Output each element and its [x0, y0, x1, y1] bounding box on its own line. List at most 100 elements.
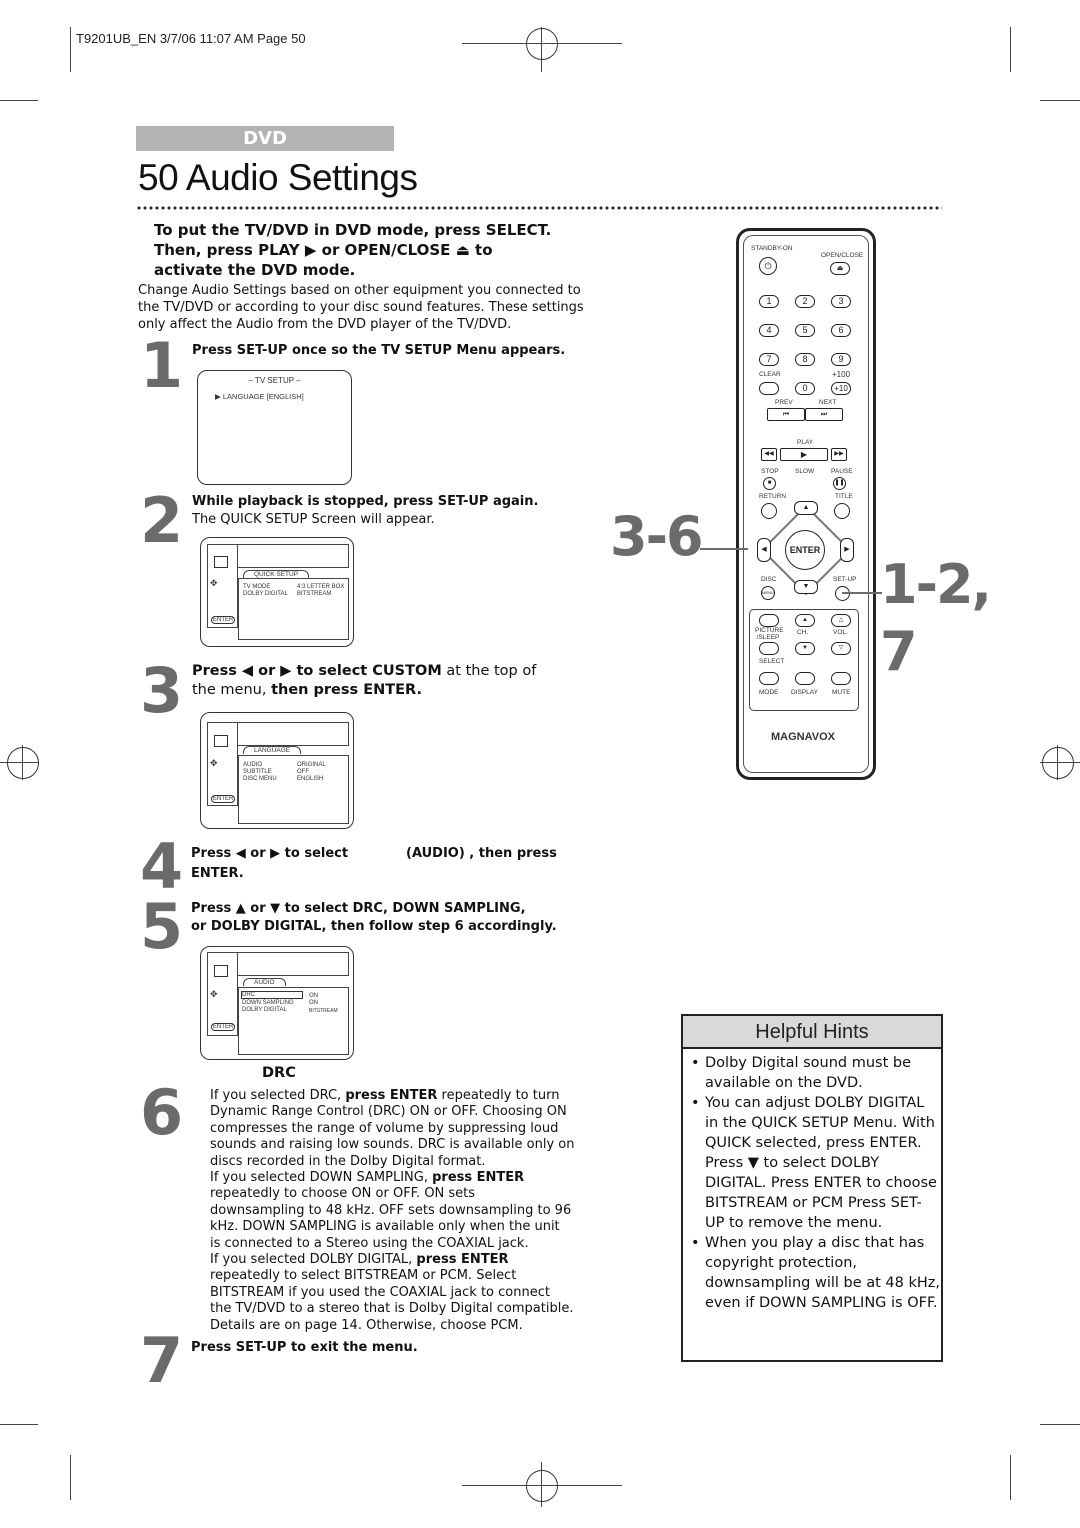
- callout-line: [842, 592, 882, 594]
- digit-8-button[interactable]: 8: [795, 353, 815, 366]
- right-arrow-button[interactable]: ▶: [840, 538, 854, 562]
- hint-item: When you play a disc that has copyright …: [691, 1233, 941, 1313]
- step-6-line: compresses the range of volume by suppre…: [210, 1121, 600, 1137]
- digit-1-button[interactable]: 1: [759, 295, 779, 308]
- digit-3-button[interactable]: 3: [831, 295, 851, 308]
- step-3-plain: at the top of: [441, 663, 537, 679]
- body-text: discs recorded in the Dolby Digital form…: [210, 1153, 486, 1169]
- disc-label: DISC: [761, 576, 777, 583]
- step-number: 3: [140, 654, 184, 727]
- brand-logo: MAGNAVOX: [771, 731, 835, 743]
- plus10-button[interactable]: +10: [831, 382, 851, 395]
- crop-mark: [70, 27, 71, 72]
- stop-icon[interactable]: ■: [763, 477, 776, 490]
- clear-button[interactable]: [759, 382, 779, 395]
- enter-button[interactable]: ENTER: [785, 530, 825, 570]
- select-button[interactable]: [759, 642, 779, 655]
- up-arrow-button[interactable]: ▲: [794, 501, 818, 515]
- volume-up-button[interactable]: △: [831, 614, 851, 627]
- crop-mark: [1040, 100, 1080, 101]
- skip-forward-icon[interactable]: ⏭: [805, 408, 843, 421]
- rewind-icon[interactable]: ◀◀: [761, 448, 777, 461]
- digit-2-button[interactable]: 2: [795, 295, 815, 308]
- digit-6-button[interactable]: 6: [831, 324, 851, 337]
- crop-mark: [0, 100, 38, 101]
- menu-value: ENGLISH: [297, 776, 324, 782]
- digit-5-button[interactable]: 5: [795, 324, 815, 337]
- body-text: BITSTREAM if you used the COAXIAL jack t…: [210, 1284, 550, 1300]
- title-button[interactable]: [834, 503, 850, 519]
- return-button[interactable]: [761, 503, 777, 519]
- menu-label: DOWN SAMPLING: [242, 1000, 294, 1006]
- picture-sleep-button[interactable]: [759, 614, 779, 627]
- play-icon[interactable]: ▶: [780, 448, 828, 461]
- print-slug: T9201UB_EN 3/7/06 11:07 AM Page 50: [76, 31, 306, 46]
- step-7-text: Press SET-UP to exit the menu.: [191, 1340, 418, 1355]
- crop-mark: [1010, 27, 1011, 72]
- channel-up-button[interactable]: ▲: [795, 614, 815, 627]
- volume-down-button[interactable]: ▽: [831, 642, 851, 655]
- step-6-line: downsampling to 48 kHz. OFF sets downsam…: [210, 1203, 600, 1219]
- step-number: 5: [140, 890, 184, 963]
- eject-icon[interactable]: ⏏: [830, 262, 850, 275]
- registration-mark: [7, 747, 39, 779]
- step-6-line: If you selected DRC, press ENTER repeate…: [210, 1088, 600, 1104]
- skip-back-icon[interactable]: ⏮: [767, 408, 805, 421]
- step-6-heading: DRC: [262, 1065, 296, 1081]
- digit-9-button[interactable]: 9: [831, 353, 851, 366]
- step-4-line2: ENTER.: [191, 866, 244, 881]
- crop-mark: [1010, 1455, 1011, 1500]
- disc-menu-button[interactable]: MENU: [761, 586, 775, 600]
- fast-forward-icon[interactable]: ▶▶: [831, 448, 847, 461]
- registration-mark: [1042, 747, 1074, 779]
- digit-4-button[interactable]: 4: [759, 324, 779, 337]
- menu-value: ON: [309, 1000, 318, 1006]
- body-text: downsampling to 48 kHz. OFF sets downsam…: [210, 1202, 572, 1218]
- menu-tab: LANGUAGE: [243, 746, 302, 754]
- arrow-pad-icon: ✥: [210, 758, 218, 768]
- step-number: 6: [140, 1076, 184, 1149]
- slow-label: SLOW: [795, 468, 815, 475]
- power-icon[interactable]: ⏻: [759, 257, 777, 275]
- digit-0-button[interactable]: 0: [795, 382, 815, 395]
- intro-line: activate the DVD mode.: [154, 261, 356, 279]
- screen-header-box: [237, 722, 349, 746]
- step-1-text: Press SET-UP once so the TV SETUP Menu a…: [192, 343, 566, 358]
- step-6-line: BITSTREAM if you used the COAXIAL jack t…: [210, 1285, 600, 1301]
- section-tag: DVD: [136, 126, 394, 151]
- menu-label: TV MODE: [243, 584, 271, 590]
- body-text: Dynamic Range Control (DRC) ON or OFF. C…: [210, 1104, 567, 1120]
- step-6-line: repeatedly to select BITSTREAM or PCM. S…: [210, 1268, 600, 1284]
- step-6-line: If you selected DOLBY DIGITAL, press ENT…: [210, 1252, 600, 1268]
- mode-label: MODE: [759, 689, 779, 696]
- mode-button[interactable]: [759, 672, 779, 685]
- picture-sleep-label: PICTURE /SLEEP: [755, 627, 784, 641]
- menu-value: ORIGINAL: [297, 762, 326, 768]
- step-number: 2: [140, 484, 184, 557]
- intro-instructions: To put the TV/DVD in DVD mode, press SEL…: [154, 220, 594, 280]
- step-4-line1a: Press ◀ or ▶ to select: [191, 846, 349, 861]
- menu-label: AUDIO: [243, 762, 263, 768]
- body-text: repeatedly to select BITSTREAM or PCM. S…: [210, 1268, 517, 1284]
- step-6-line: kHz. DOWN SAMPLING is available only whe…: [210, 1219, 600, 1235]
- menu-value: 4:3 LETTER BOX: [297, 584, 345, 590]
- digit-7-button[interactable]: 7: [759, 353, 779, 366]
- emphasis-text: press ENTER: [432, 1170, 525, 1186]
- select-label: SELECT: [759, 658, 785, 665]
- step-number: 4: [140, 830, 184, 903]
- intro-paragraph: Change Audio Settings based on other equ…: [138, 283, 584, 332]
- left-arrow-button[interactable]: ◀: [757, 538, 771, 562]
- audio-screen: AUDIO DRC ON DOWN SAMPLING ON DOLBY DIGI…: [200, 946, 354, 1060]
- down-arrow-button[interactable]: ▼: [794, 580, 818, 594]
- crop-mark: [1040, 1424, 1080, 1425]
- quick-setup-screen: QUICK SETUP TV MODE 4:3 LETTER BOX DOLBY…: [200, 537, 354, 647]
- mute-button[interactable]: [831, 672, 851, 685]
- callout-steps-1-2: 1-2,: [880, 553, 992, 616]
- display-button[interactable]: [795, 672, 815, 685]
- channel-down-button[interactable]: ▼: [795, 642, 815, 655]
- pause-icon[interactable]: ❚❚: [833, 477, 846, 490]
- page-title: 50 Audio Settings: [138, 157, 418, 198]
- menu-value: BITSTREAM: [309, 1008, 338, 1014]
- menu-label: DOLBY DIGITAL: [242, 1007, 287, 1013]
- menu-label: DOLBY DIGITAL: [243, 591, 288, 597]
